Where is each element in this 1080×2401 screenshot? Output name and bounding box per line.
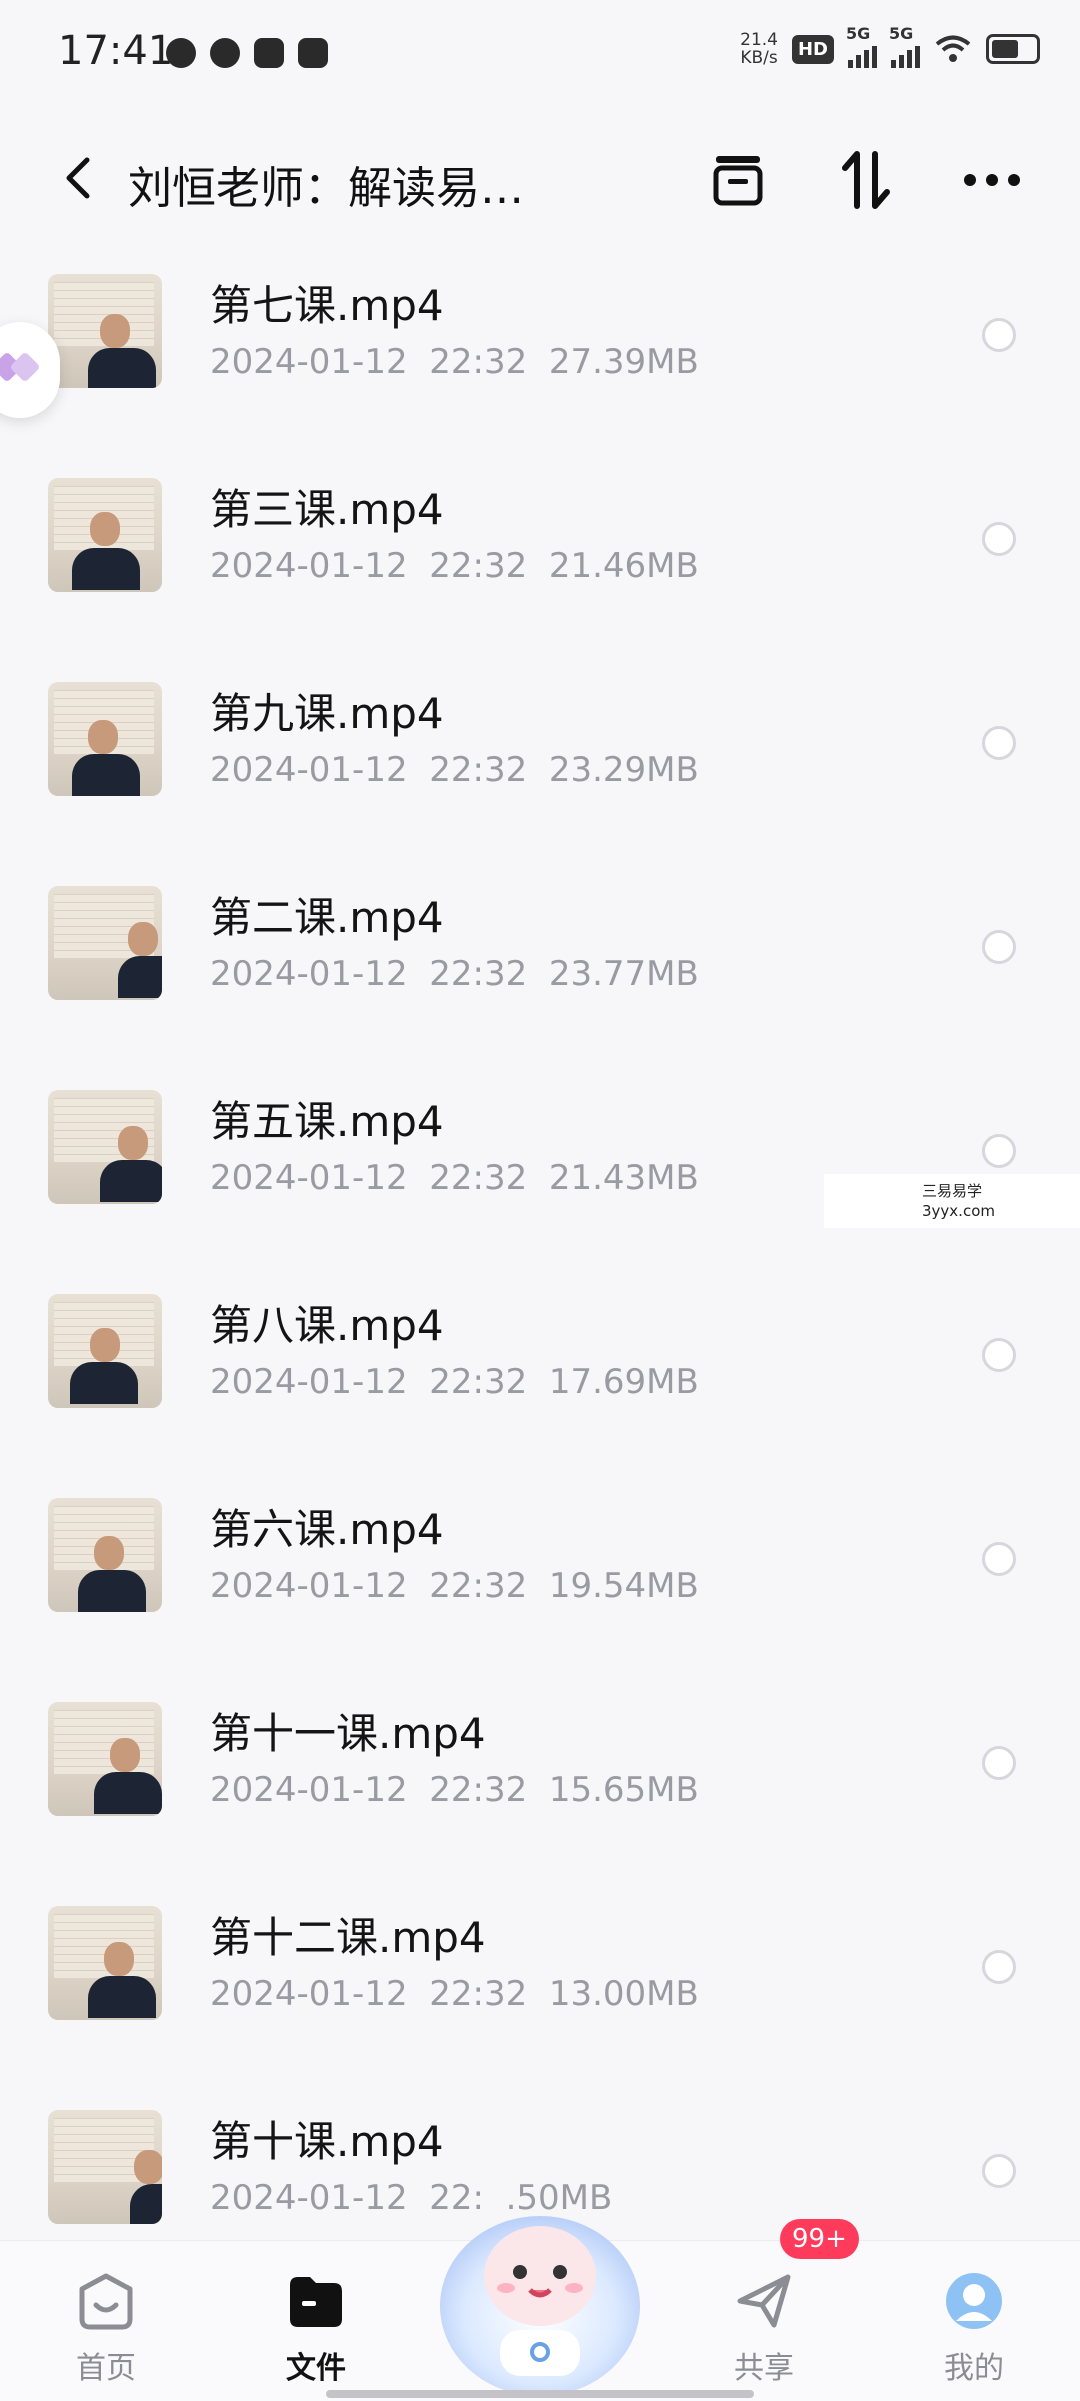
file-meta: 2024-01-12 22:32 19.54MB (210, 1566, 699, 1606)
back-button[interactable] (48, 148, 108, 208)
file-name: 第三课.mp4 (210, 485, 444, 534)
wifi-icon (935, 35, 971, 62)
file-item[interactable]: 第七课.mp4 2024-01-12 22:32 27.39MB (0, 262, 1080, 466)
file-item[interactable]: 第九课.mp4 2024-01-12 22:32 23.29MB (0, 670, 1080, 874)
share-icon (737, 2274, 791, 2328)
hd-voice-icon: HD (791, 34, 834, 64)
select-radio[interactable] (982, 318, 1016, 352)
video-thumbnail (48, 886, 162, 1000)
notification-icons (166, 38, 328, 68)
file-meta: 2024-01-12 22:32 23.29MB (210, 750, 699, 790)
app-notification-icon (298, 38, 328, 68)
signal-sim2-icon: 5G (889, 24, 920, 68)
video-thumbnail (48, 1090, 162, 1204)
back-icon (66, 157, 90, 199)
app-notification-icon (166, 38, 196, 68)
file-item[interactable]: 第三课.mp4 2024-01-12 22:32 21.46MB (0, 466, 1080, 670)
watermark: 三易易学 3yyx.com (824, 1174, 1080, 1228)
file-name: 第五课.mp4 (210, 1097, 444, 1146)
home-indicator[interactable] (326, 2390, 754, 2398)
file-name: 第九课.mp4 (210, 689, 444, 738)
signal-sim1-icon: 5G (846, 24, 877, 68)
profile-icon (946, 2273, 1002, 2329)
video-thumbnail (48, 682, 162, 796)
file-item[interactable]: 第六课.mp4 2024-01-12 22:32 19.54MB (0, 1486, 1080, 1690)
file-item[interactable]: 第八课.mp4 2024-01-12 22:32 17.69MB (0, 1282, 1080, 1486)
video-thumbnail (48, 478, 162, 592)
header: 刘恒老师：解读易… (0, 130, 1080, 230)
more-icon (964, 174, 1020, 186)
select-radio[interactable] (982, 930, 1016, 964)
select-radio[interactable] (982, 1338, 1016, 1372)
home-icon (79, 2273, 133, 2330)
status-indicators: 21.4 KB/s HD 5G 5G (740, 24, 1040, 68)
file-name: 第十二课.mp4 (210, 1913, 486, 1962)
select-radio[interactable] (982, 1134, 1016, 1168)
more-button[interactable] (960, 148, 1024, 212)
file-item[interactable]: 第二课.mp4 2024-01-12 22:32 23.77MB (0, 874, 1080, 1078)
network-speed: 21.4 KB/s (740, 30, 778, 68)
file-name: 第七课.mp4 (210, 281, 444, 330)
archive-button[interactable] (706, 148, 770, 212)
file-meta: 2024-01-12 22:32 15.65MB (210, 1770, 699, 1810)
status-time: 17:41 (58, 28, 174, 74)
chevron-icon (9, 351, 41, 383)
cloud-notification-icon (254, 38, 284, 68)
sort-button[interactable] (834, 148, 898, 212)
select-radio[interactable] (982, 726, 1016, 760)
nav-profile[interactable]: 我的 (904, 2255, 1044, 2386)
file-meta: 2024-01-12 22:32 21.43MB (210, 1158, 699, 1198)
video-thumbnail (48, 1294, 162, 1408)
video-thumbnail (48, 1906, 162, 2020)
select-radio[interactable] (982, 2154, 1016, 2188)
nav-home[interactable]: 首页 (36, 2255, 176, 2386)
video-thumbnail (48, 1702, 162, 1816)
select-radio[interactable] (982, 522, 1016, 556)
file-name: 第十课.mp4 (210, 2117, 444, 2166)
video-thumbnail (48, 1498, 162, 1612)
nav-share[interactable]: 共享 (694, 2255, 834, 2386)
share-badge: 99+ (780, 2219, 859, 2259)
file-name: 第十一课.mp4 (210, 1709, 486, 1758)
file-meta: 2024-01-12 22:32 17.69MB (210, 1362, 699, 1402)
status-bar: 17:41 21.4 KB/s HD 5G 5G (0, 0, 1080, 100)
battery-icon (986, 34, 1040, 64)
nav-files[interactable]: 文件 (246, 2255, 386, 2386)
ai-assistant-mascot-icon[interactable] (430, 2180, 650, 2400)
file-name: 第六课.mp4 (210, 1505, 444, 1554)
file-name: 第二课.mp4 (210, 893, 444, 942)
video-thumbnail (48, 2110, 162, 2224)
sort-icon (842, 151, 890, 209)
file-meta: 2024-01-12 22:32 27.39MB (210, 342, 699, 382)
file-meta: 2024-01-12 22:32 23.77MB (210, 954, 699, 994)
video-thumbnail (48, 274, 162, 388)
page-title: 刘恒老师：解读易… (128, 163, 524, 214)
app-notification-icon (210, 38, 240, 68)
file-item[interactable]: 第十二课.mp4 2024-01-12 22:32 13.00MB (0, 1894, 1080, 2098)
select-radio[interactable] (982, 1746, 1016, 1780)
file-meta: 2024-01-12 22:32 21.46MB (210, 546, 699, 586)
file-meta: 2024-01-12 22:32 13.00MB (210, 1974, 699, 2014)
file-name: 第八课.mp4 (210, 1301, 444, 1350)
file-item[interactable]: 第十一课.mp4 2024-01-12 22:32 15.65MB (0, 1690, 1080, 1894)
folder-icon (290, 2277, 342, 2327)
select-radio[interactable] (982, 1950, 1016, 1984)
select-radio[interactable] (982, 1542, 1016, 1576)
archive-icon (713, 156, 763, 206)
